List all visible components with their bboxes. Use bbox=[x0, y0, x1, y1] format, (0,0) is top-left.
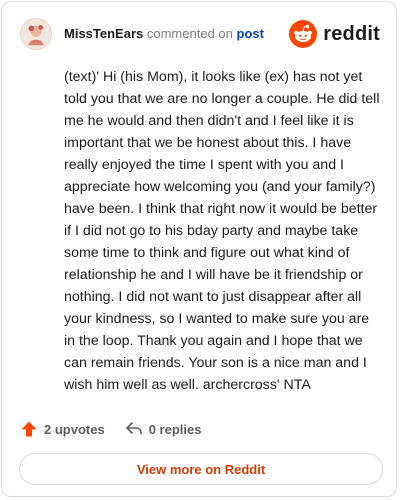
comment-header: MissTenEars commented on post reddit bbox=[20, 18, 380, 50]
embedded-comment-card: MissTenEars commented on post reddit (te… bbox=[1, 1, 397, 497]
view-more-button[interactable]: View more on Reddit bbox=[19, 453, 383, 485]
reddit-snoo-icon bbox=[289, 20, 318, 48]
reply-button[interactable]: 0 replies bbox=[125, 420, 202, 438]
comment-actions: 2 upvotes 0 replies bbox=[20, 420, 201, 438]
upvote-button[interactable]: 2 upvotes bbox=[20, 420, 105, 438]
reply-arrow-icon bbox=[125, 422, 142, 435]
comment-meta: MissTenEars commented on post bbox=[64, 26, 264, 42]
upvote-arrow-icon bbox=[21, 421, 37, 437]
reddit-wordmark: reddit bbox=[323, 22, 380, 45]
user-avatar[interactable] bbox=[20, 18, 52, 50]
comment-body: (text)' Hi (his Mom), it looks like (ex)… bbox=[64, 69, 380, 393]
post-link[interactable]: post bbox=[237, 26, 264, 41]
author-name[interactable]: MissTenEars bbox=[64, 26, 143, 41]
avatar-illustration-icon bbox=[21, 19, 51, 49]
upvote-count: 2 upvotes bbox=[44, 421, 105, 437]
comment-verb: commented on bbox=[146, 26, 233, 41]
reply-count: 0 replies bbox=[148, 421, 202, 437]
reddit-logo[interactable]: reddit bbox=[289, 20, 380, 48]
